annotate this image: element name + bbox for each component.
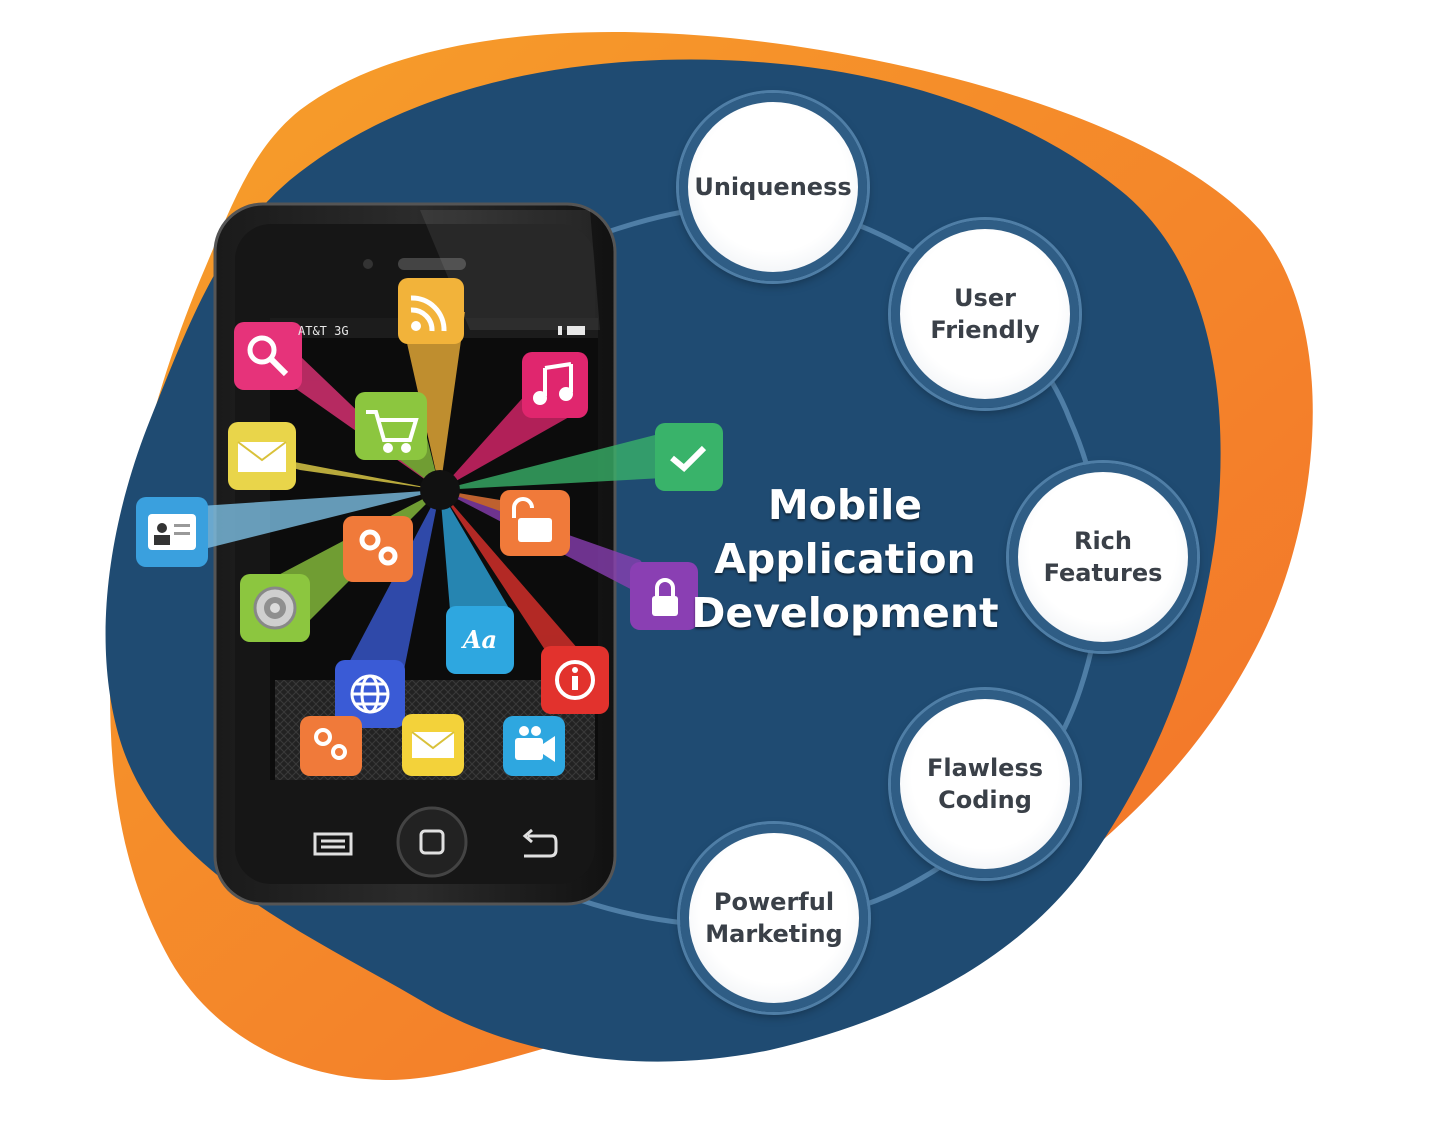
feature-bubble-uniqueness: Uniqueness bbox=[679, 93, 867, 281]
settings-icon bbox=[300, 716, 362, 776]
feature-label: Uniqueness bbox=[694, 173, 852, 201]
title-line-3: Development bbox=[691, 589, 999, 637]
feature-bubble-flawless-coding: Flawless Coding bbox=[891, 690, 1079, 878]
settings-icon bbox=[343, 516, 413, 582]
carrier-status: AT&T 3G bbox=[298, 324, 349, 338]
feature-label: Rich bbox=[1073, 527, 1132, 555]
feature-bubble-powerful-marketing: Powerful Marketing bbox=[680, 824, 868, 1012]
rss-icon bbox=[398, 278, 464, 344]
home-button bbox=[396, 806, 468, 878]
feature-bubble-rich-features: Rich Features bbox=[1009, 463, 1197, 651]
search-icon bbox=[234, 322, 302, 390]
feature-bubble-user-friendly: User Friendly bbox=[891, 220, 1079, 408]
feature-label: Powerful bbox=[713, 888, 835, 916]
diagram-title: Mobile Application Development bbox=[680, 478, 1010, 640]
title-line-2: Application bbox=[714, 535, 976, 583]
battery-icon bbox=[567, 326, 585, 335]
feature-label: User bbox=[954, 284, 1016, 312]
title-line-1: Mobile bbox=[767, 481, 923, 529]
svg-text:Aa: Aa bbox=[461, 625, 497, 654]
music-icon bbox=[522, 352, 588, 418]
feature-label: Flawless bbox=[926, 754, 1044, 782]
